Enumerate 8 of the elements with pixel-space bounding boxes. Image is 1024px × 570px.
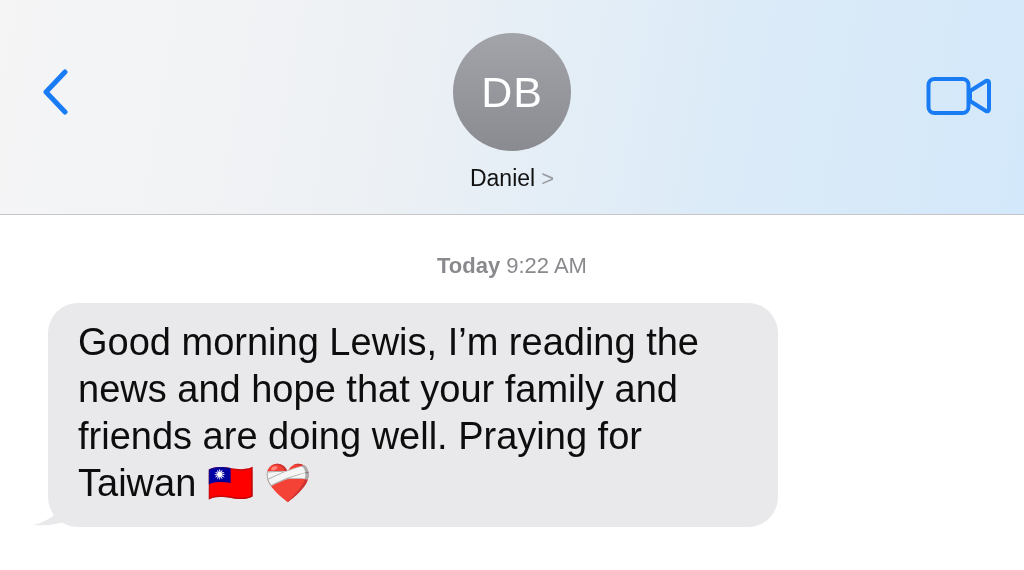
contact-name[interactable]: Daniel: [469, 165, 536, 192]
timestamp-time: 9:22 AM: [506, 253, 587, 279]
message-text: Good morning Lewis, I’m reading the news and hope that your family and friends are doing well. Praying for Taiwan 🇹🇼 ❤‍🩹: [78, 321, 699, 504]
back-chevron-icon[interactable]: [41, 69, 69, 115]
timestamp-day: Today: [437, 253, 501, 279]
video-camera-icon[interactable]: [926, 76, 992, 116]
chevron-text[interactable]: >: [541, 165, 555, 192]
contact-avatar[interactable]: DB: [453, 33, 571, 151]
